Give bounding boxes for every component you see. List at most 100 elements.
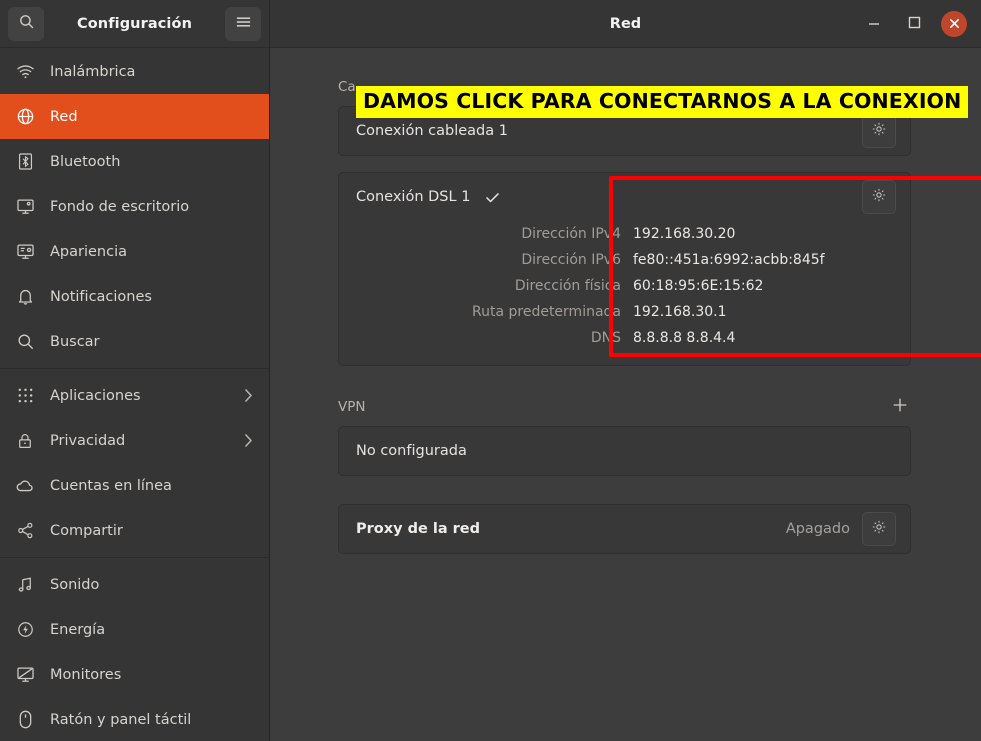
gear-icon	[871, 519, 887, 539]
detail-row: Ruta predeterminada 192.168.30.1	[356, 299, 896, 325]
appearance-icon	[14, 241, 36, 263]
sidebar-item-label: Notificaciones	[50, 289, 269, 305]
sidebar: Configuración Inalámbrica	[0, 0, 270, 741]
maximize-icon	[908, 14, 921, 33]
detail-value: 192.168.30.1	[633, 304, 727, 320]
detail-row: Dirección física 60:18:95:6E:15:62	[356, 273, 896, 299]
monitor-icon	[14, 664, 36, 686]
sidebar-item-sonido[interactable]: Sonido	[0, 562, 269, 607]
chevron-right-icon	[244, 388, 253, 403]
sidebar-item-label: Energía	[50, 622, 269, 638]
vpn-section-title: VPN	[338, 399, 889, 415]
sidebar-item-label: Compartir	[50, 523, 269, 539]
gear-icon	[871, 121, 887, 141]
detail-value: 60:18:95:6E:15:62	[633, 278, 763, 294]
gear-icon	[871, 187, 887, 207]
sidebar-item-red[interactable]: Red	[0, 94, 269, 139]
proxy-status: Apagado	[786, 521, 850, 537]
sidebar-item-bluetooth[interactable]: Bluetooth	[0, 139, 269, 184]
sidebar-item-monitores[interactable]: Monitores	[0, 652, 269, 697]
sidebar-item-buscar[interactable]: Buscar	[0, 319, 269, 364]
minimize-button[interactable]	[861, 11, 887, 37]
sidebar-item-label: Inalámbrica	[50, 64, 269, 80]
proxy-label: Proxy de la red	[356, 521, 480, 537]
dsl-connection-card: Conexión DSL 1	[338, 172, 911, 366]
sidebar-item-label: Apariencia	[50, 244, 269, 260]
proxy-settings-button[interactable]	[862, 512, 896, 546]
check-icon	[484, 189, 501, 206]
search-button[interactable]	[8, 7, 44, 41]
sidebar-header: Configuración	[0, 0, 269, 48]
proxy-card: Proxy de la red Apagado	[338, 504, 911, 554]
add-vpn-button[interactable]	[889, 396, 911, 418]
vpn-empty-label: No configurada	[356, 443, 467, 459]
sidebar-item-compartir[interactable]: Compartir	[0, 508, 269, 553]
bell-icon	[14, 286, 36, 308]
chevron-right-icon	[244, 433, 253, 448]
sidebar-item-label: Buscar	[50, 334, 269, 350]
detail-label: Dirección IPv4	[356, 226, 633, 242]
sidebar-item-cuentas-en-linea[interactable]: Cuentas en línea	[0, 463, 269, 508]
power-icon	[14, 619, 36, 641]
mouse-icon	[14, 709, 36, 731]
minimize-icon	[867, 14, 881, 33]
apps-grid-icon	[14, 385, 36, 407]
detail-value: 8.8.8.8 8.8.4.4	[633, 330, 735, 346]
sidebar-item-energia[interactable]: Energía	[0, 607, 269, 652]
sidebar-item-apariencia[interactable]: Apariencia	[0, 229, 269, 274]
lock-icon	[14, 430, 36, 452]
network-settings-content: Ca Conexión cableada 1	[270, 48, 981, 554]
network-globe-icon	[14, 106, 36, 128]
wallpaper-icon	[14, 196, 36, 218]
close-icon	[949, 14, 960, 33]
sidebar-item-label: Bluetooth	[50, 154, 269, 170]
wifi-icon	[14, 61, 36, 83]
vpn-card: No configurada	[338, 426, 911, 476]
sidebar-separator	[0, 557, 269, 558]
cloud-icon	[14, 475, 36, 497]
sidebar-item-privacidad[interactable]: Privacidad	[0, 418, 269, 463]
sidebar-item-label: Fondo de escritorio	[50, 199, 269, 215]
window-controls	[861, 11, 981, 37]
vpn-empty-row[interactable]: No configurada	[339, 427, 910, 475]
sidebar-item-list: Inalámbrica Red Bluet	[0, 48, 269, 741]
connection-name: Conexión cableada 1	[356, 123, 508, 139]
menu-button[interactable]	[225, 7, 261, 41]
dsl-connection-details: Dirección IPv4 192.168.30.20 Dirección I…	[339, 221, 910, 365]
detail-value: 192.168.30.20	[633, 226, 735, 242]
sidebar-item-fondo-de-escritorio[interactable]: Fondo de escritorio	[0, 184, 269, 229]
dsl-settings-button[interactable]	[862, 180, 896, 214]
titlebar: Red	[270, 0, 981, 48]
sidebar-item-label: Monitores	[50, 667, 269, 683]
share-nodes-icon	[14, 520, 36, 542]
detail-row: Dirección IPv6 fe80::451a:6992:acbb:845f	[356, 247, 896, 273]
search-icon	[14, 331, 36, 353]
detail-label: Dirección física	[356, 278, 633, 294]
music-note-icon	[14, 574, 36, 596]
sidebar-item-label: Red	[50, 109, 269, 125]
sidebar-item-label: Privacidad	[50, 433, 230, 449]
sidebar-item-inalambrica[interactable]: Inalámbrica	[0, 49, 269, 94]
vpn-section-header: VPN	[338, 394, 911, 420]
close-button[interactable]	[941, 11, 967, 37]
sidebar-item-notificaciones[interactable]: Notificaciones	[0, 274, 269, 319]
plus-icon	[892, 397, 908, 417]
connection-name: Conexión DSL 1	[356, 189, 470, 205]
sidebar-item-label: Aplicaciones	[50, 388, 230, 404]
wired-settings-button[interactable]	[862, 114, 896, 148]
dsl-connection-row[interactable]: Conexión DSL 1	[339, 173, 910, 221]
sidebar-title: Configuración	[44, 16, 225, 32]
sidebar-item-label: Ratón y panel táctil	[50, 712, 269, 728]
sidebar-item-label: Sonido	[50, 577, 269, 593]
maximize-button[interactable]	[901, 11, 927, 37]
sidebar-item-raton-y-panel-tactil[interactable]: Ratón y panel táctil	[0, 697, 269, 741]
sidebar-separator	[0, 368, 269, 369]
detail-label: Dirección IPv6	[356, 252, 633, 268]
detail-row: Dirección IPv4 192.168.30.20	[356, 221, 896, 247]
detail-row: DNS 8.8.8.8 8.8.4.4	[356, 325, 896, 351]
settings-window: Configuración Inalámbrica	[0, 0, 981, 741]
proxy-row[interactable]: Proxy de la red Apagado	[339, 505, 910, 553]
detail-label: Ruta predeterminada	[356, 304, 633, 320]
sidebar-item-aplicaciones[interactable]: Aplicaciones	[0, 373, 269, 418]
detail-value: fe80::451a:6992:acbb:845f	[633, 252, 825, 268]
